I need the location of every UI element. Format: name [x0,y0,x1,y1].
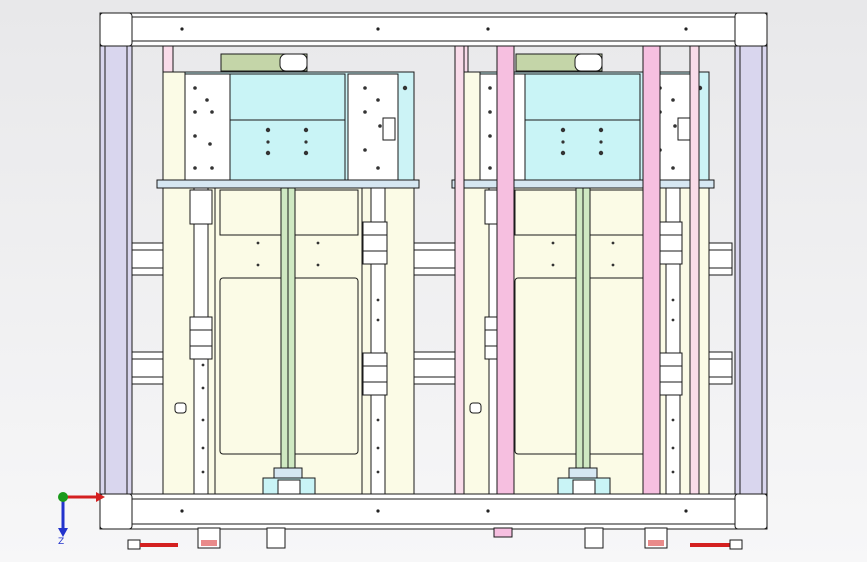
z-axis-label: Z [58,537,64,547]
carriage[interactable] [189,316,213,360]
motor-body[interactable] [229,73,346,181]
corner-block-bl[interactable] [99,493,133,530]
carriage[interactable] [189,189,213,225]
mount-bar[interactable] [156,179,420,189]
cad-viewport[interactable]: Z [0,0,867,562]
assembly-drawing[interactable]: Z [0,0,867,562]
corner-block-tr[interactable] [734,12,768,47]
carriage[interactable] [362,352,388,396]
corner-block-br[interactable] [734,493,768,530]
actuator-module-left[interactable] [156,45,420,495]
limit-switch[interactable] [382,117,396,141]
actuator-module-right[interactable] [451,45,715,495]
carriage[interactable] [362,221,388,265]
corner-block-tl[interactable] [99,12,133,47]
y-axis-origin [58,492,68,502]
divider-rail[interactable] [642,45,661,495]
divider-rail[interactable] [496,45,515,495]
